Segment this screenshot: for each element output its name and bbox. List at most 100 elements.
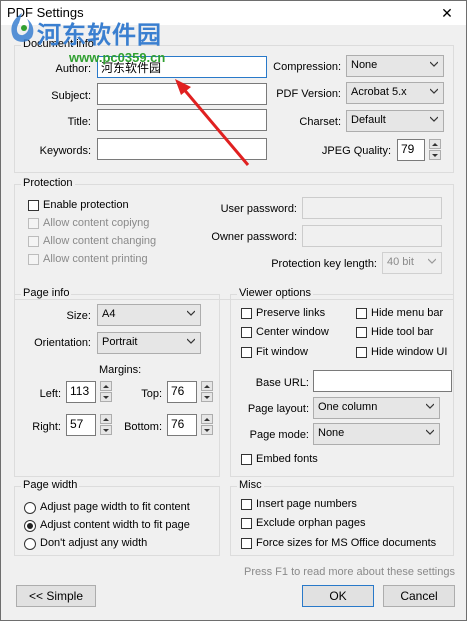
chevron-down-icon: [430, 61, 438, 67]
page-info-group: Page info Size: A4 Orientation: Portrait…: [14, 287, 220, 477]
enable-protection-label: Enable protection: [43, 199, 129, 211]
page-mode-select[interactable]: None: [313, 423, 440, 445]
allow-copying-checkbox[interactable]: [28, 218, 39, 229]
fit-page-radio[interactable]: [24, 520, 36, 532]
spin-down-icon[interactable]: [201, 425, 213, 435]
page-info-title: Page info: [21, 287, 72, 299]
center-window-checkbox[interactable]: [241, 327, 252, 338]
margin-right-field[interactable]: 57: [66, 414, 96, 436]
allow-changing-checkbox[interactable]: [28, 236, 39, 247]
margin-left-spinner[interactable]: [100, 381, 112, 403]
author-field[interactable]: 河东软件园: [97, 56, 267, 78]
ok-button[interactable]: OK: [302, 585, 374, 607]
margin-bottom-field[interactable]: 76: [167, 414, 197, 436]
margin-left-label: Left:: [39, 388, 61, 400]
margin-top-label: Top:: [141, 388, 162, 400]
key-length-label: Protection key length:: [271, 258, 377, 270]
allow-changing-label: Allow content changing: [43, 235, 157, 247]
hide-tool-bar-checkbox[interactable]: [356, 327, 367, 338]
charset-select[interactable]: Default: [346, 110, 444, 132]
margin-bottom-spinner[interactable]: [201, 414, 213, 436]
compression-select[interactable]: None: [346, 55, 444, 77]
radio-selected-dot: [27, 523, 33, 529]
page-layout-value: One column: [318, 401, 378, 413]
subject-label: Subject:: [51, 90, 91, 102]
insert-page-numbers-checkbox[interactable]: [241, 499, 252, 510]
document-info-title: Document info: [21, 38, 96, 50]
protection-group: Protection Enable protection Allow conte…: [14, 177, 454, 300]
jpeg-quality-label: JPEG Quality:: [321, 145, 391, 157]
cancel-button[interactable]: Cancel: [383, 585, 455, 607]
page-mode-label: Page mode:: [249, 429, 309, 441]
margin-left-field[interactable]: 113: [66, 381, 96, 403]
chevron-down-icon: [430, 88, 438, 94]
allow-copying-label: Allow content copiyng: [43, 217, 150, 229]
spin-up-icon[interactable]: [100, 414, 112, 424]
page-layout-select[interactable]: One column: [313, 397, 440, 419]
margins-label: Margins:: [99, 364, 142, 376]
simple-button[interactable]: << Simple: [16, 585, 96, 607]
owner-password-field[interactable]: [302, 225, 442, 247]
size-label: Size:: [66, 310, 91, 322]
chevron-down-icon: [426, 429, 434, 435]
chevron-down-icon: [187, 310, 195, 316]
embed-fonts-checkbox[interactable]: [241, 454, 252, 465]
spin-up-icon[interactable]: [201, 381, 213, 391]
margin-top-spinner[interactable]: [201, 381, 213, 403]
page-width-title: Page width: [21, 479, 80, 491]
compression-value: None: [351, 59, 378, 71]
owner-password-label: Owner password:: [211, 231, 297, 243]
user-password-field[interactable]: [302, 197, 442, 219]
window-title: PDF Settings: [7, 5, 84, 20]
spin-down-icon[interactable]: [429, 150, 441, 160]
orientation-label: Orientation:: [34, 337, 91, 349]
spin-up-icon[interactable]: [429, 139, 441, 149]
no-adjust-radio[interactable]: [24, 538, 36, 550]
spin-down-icon[interactable]: [100, 392, 112, 402]
allow-printing-checkbox[interactable]: [28, 254, 39, 265]
pdf-version-select[interactable]: Acrobat 5.x: [346, 82, 444, 104]
base-url-label: Base URL:: [255, 377, 309, 389]
fit-content-radio[interactable]: [24, 502, 36, 514]
hide-window-ui-checkbox[interactable]: [356, 347, 367, 358]
annotation-arrow-icon: [175, 79, 250, 166]
hide-menu-bar-checkbox[interactable]: [356, 308, 367, 319]
hide-window-ui-label: Hide window UI: [371, 346, 448, 358]
help-hint: Press F1 to read more about these settin…: [244, 566, 455, 578]
allow-printing-label: Allow content printing: [43, 253, 148, 265]
page-size-select[interactable]: A4: [97, 304, 201, 326]
page-layout-label: Page layout:: [247, 403, 309, 415]
spin-up-icon[interactable]: [100, 381, 112, 391]
title-label: Title:: [67, 116, 91, 128]
pdf-version-value: Acrobat 5.x: [351, 86, 407, 98]
base-url-field[interactable]: [313, 370, 452, 392]
close-icon[interactable]: ✕: [438, 5, 456, 21]
page-mode-value: None: [318, 427, 345, 439]
charset-label: Charset:: [299, 116, 341, 128]
exclude-orphan-pages-label: Exclude orphan pages: [256, 517, 366, 529]
spin-down-icon[interactable]: [100, 425, 112, 435]
author-label: Author:: [55, 63, 91, 75]
preserve-links-checkbox[interactable]: [241, 308, 252, 319]
enable-protection-checkbox[interactable]: [28, 200, 39, 211]
keywords-label: Keywords:: [39, 145, 91, 157]
jpeg-quality-spinner[interactable]: [429, 139, 441, 161]
spin-down-icon[interactable]: [201, 392, 213, 402]
force-sizes-label: Force sizes for MS Office documents: [256, 537, 437, 549]
chevron-down-icon: [428, 258, 436, 264]
force-sizes-checkbox[interactable]: [241, 538, 252, 549]
spin-up-icon[interactable]: [201, 414, 213, 424]
exclude-orphan-pages-checkbox[interactable]: [241, 518, 252, 529]
charset-value: Default: [351, 114, 386, 126]
key-length-value: 40 bit: [387, 256, 414, 268]
margin-right-spinner[interactable]: [100, 414, 112, 436]
misc-title: Misc: [237, 479, 264, 491]
margin-top-field[interactable]: 76: [167, 381, 197, 403]
pdf-settings-window: PDF Settings ✕ Document info Author: 河东软…: [0, 0, 467, 621]
page-size-value: A4: [102, 308, 116, 320]
orientation-select[interactable]: Portrait: [97, 332, 201, 354]
jpeg-quality-field[interactable]: 79: [397, 139, 425, 161]
no-adjust-label: Don't adjust any width: [40, 537, 148, 549]
fit-window-checkbox[interactable]: [241, 347, 252, 358]
key-length-select[interactable]: 40 bit: [382, 252, 442, 274]
